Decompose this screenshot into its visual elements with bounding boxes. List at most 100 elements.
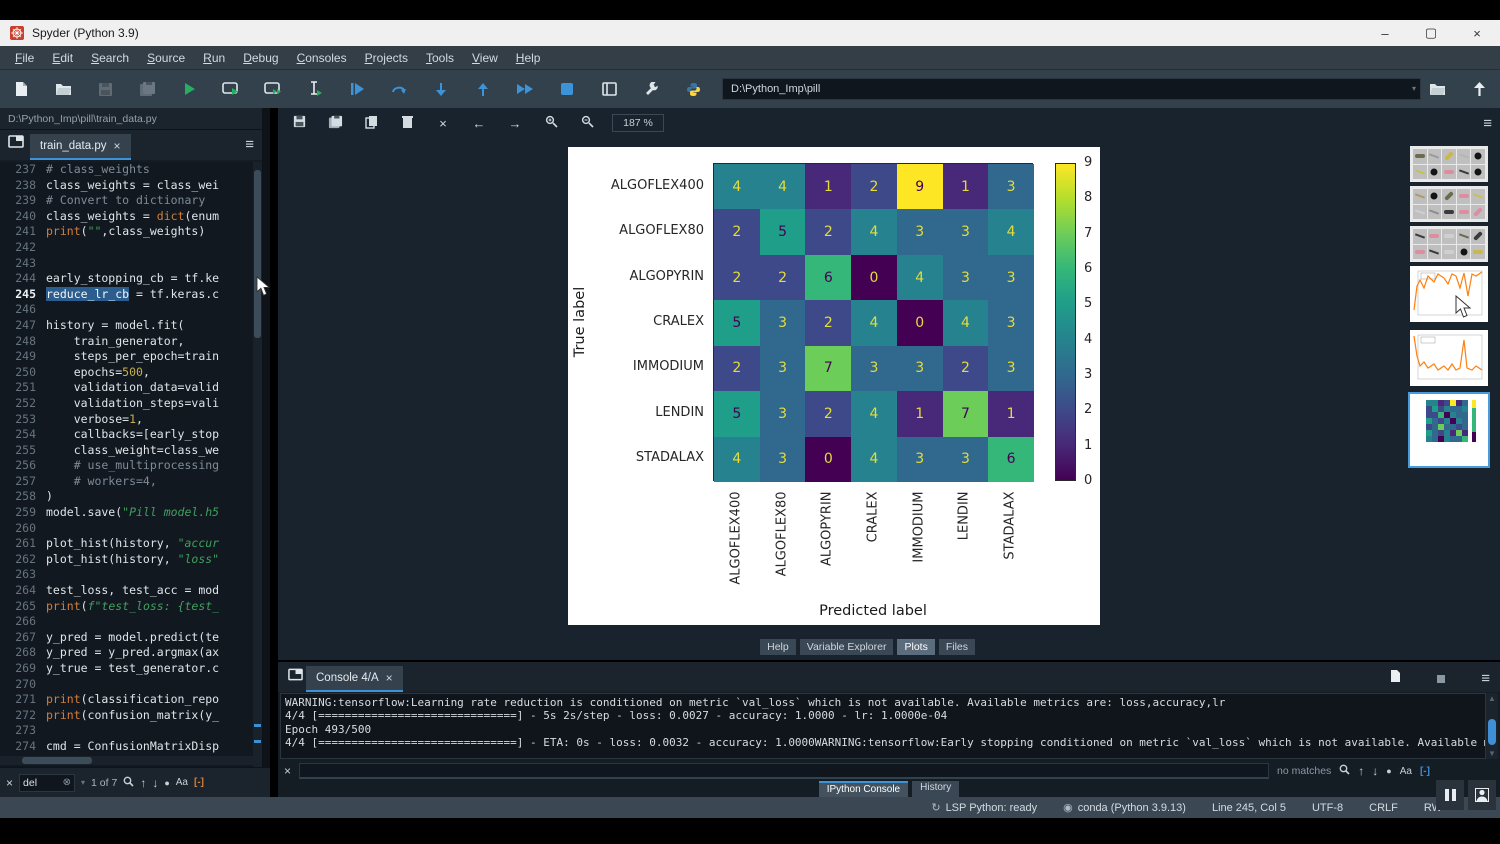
find-history-caret-icon[interactable]: ▾ (81, 778, 85, 787)
clear-search-icon[interactable]: ⊗ (63, 777, 71, 788)
menu-consoles[interactable]: Consoles (288, 48, 356, 68)
working-directory-input[interactable]: D:\Python_Imp\pill (722, 78, 1421, 100)
menu-search[interactable]: Search (82, 48, 138, 68)
code-line[interactable]: 249 steps_per_epoch=train (0, 349, 262, 365)
menu-tools[interactable]: Tools (417, 48, 463, 68)
code-line[interactable]: 273 (0, 723, 262, 739)
code-editor[interactable]: 237# class_weights238class_weights = cla… (0, 162, 262, 807)
new-console-icon[interactable] (288, 668, 303, 686)
editor-options-icon[interactable]: ≡ (245, 136, 254, 153)
console-tab-history[interactable]: History (912, 781, 959, 797)
maximize-button[interactable]: ▢ (1408, 20, 1454, 46)
console-scrollbar[interactable]: ▲ ▼ (1486, 693, 1498, 759)
code-line[interactable]: 263 (0, 567, 262, 583)
console-output[interactable]: WARNING:tensorflow:Learning rate reducti… (280, 693, 1486, 759)
thumbnail-pill-image-grid-2[interactable] (1410, 186, 1488, 222)
interpreter-status[interactable]: ◉conda (Python 3.9.13) (1063, 801, 1186, 814)
save-plot-icon[interactable] (288, 115, 310, 131)
menu-projects[interactable]: Projects (356, 48, 417, 68)
console-find-input[interactable] (299, 763, 1269, 779)
code-line[interactable]: 265print(f"test_loss: {test_ (0, 599, 262, 615)
code-line[interactable]: 238class_weights = class_wei (0, 178, 262, 194)
code-line[interactable]: 255 class_weight=class_we (0, 443, 262, 459)
browse-directory-icon[interactable] (1416, 74, 1458, 104)
code-line[interactable]: 240class_weights = dict(enum (0, 209, 262, 225)
remove-all-plots-icon[interactable]: × (432, 116, 454, 131)
menu-source[interactable]: Source (138, 48, 194, 68)
pane-tab-variable-explorer[interactable]: Variable Explorer (800, 639, 894, 655)
console-find-close-icon[interactable]: × (284, 764, 291, 778)
thumbnail-confusion-matrix-plot[interactable] (1410, 394, 1488, 466)
console-tab-ipython-console[interactable]: IPython Console (819, 781, 908, 797)
console-find-next-icon[interactable]: ↓ (1372, 764, 1378, 778)
menu-debug[interactable]: Debug (234, 48, 287, 68)
code-line[interactable]: 261plot_hist(history, "accur (0, 536, 262, 552)
code-line[interactable]: 246 (0, 302, 262, 318)
maximize-pane-icon[interactable] (588, 74, 630, 104)
scroll-down-icon[interactable]: ▼ (1488, 749, 1496, 758)
menu-edit[interactable]: Edit (43, 48, 82, 68)
code-line[interactable]: 251 validation_data=valid (0, 380, 262, 396)
code-line[interactable]: 260 (0, 521, 262, 537)
fast-forward-icon[interactable] (504, 74, 546, 104)
console-options-icon[interactable]: ≡ (1481, 670, 1490, 687)
code-line[interactable]: 241print("",class_weights) (0, 224, 262, 240)
code-line[interactable]: 248 train_generator, (0, 334, 262, 350)
run-cell-advance-icon[interactable] (252, 74, 294, 104)
thumbnail-pill-image-grid-1[interactable] (1410, 146, 1488, 182)
find-previous-icon[interactable]: ↑ (140, 776, 146, 790)
pane-tab-help[interactable]: Help (760, 639, 796, 655)
console-highlight-icon[interactable]: ● (1386, 766, 1391, 776)
console-find-previous-icon[interactable]: ↑ (1358, 764, 1364, 778)
code-line[interactable]: 268y_pred = y_pred.argmax(ax (0, 645, 262, 661)
next-plot-icon[interactable]: → (504, 116, 526, 131)
code-line[interactable]: 266 (0, 614, 262, 630)
copy-plot-icon[interactable] (360, 115, 382, 132)
zoom-out-icon[interactable] (576, 115, 598, 131)
zoom-in-icon[interactable] (540, 115, 562, 131)
code-line[interactable]: 254 callbacks=[early_stop (0, 427, 262, 443)
pause-button[interactable] (1436, 780, 1464, 810)
console-match-case-icon[interactable]: Aa (1400, 766, 1412, 777)
code-line[interactable]: 267y_pred = model.predict(te (0, 630, 262, 646)
code-line[interactable]: 237# class_weights (0, 162, 262, 178)
console-tab-close-icon[interactable]: × (386, 671, 393, 685)
thumbnail-pill-image-grid-3[interactable] (1410, 226, 1488, 262)
code-line[interactable]: 244early_stopping_cb = tf.ke (0, 271, 262, 287)
open-folder-icon[interactable] (42, 74, 84, 104)
tab-close-icon[interactable]: × (114, 139, 121, 153)
step-return-icon[interactable] (462, 74, 504, 104)
minimize-button[interactable]: – (1362, 20, 1408, 46)
new-file-icon[interactable] (0, 74, 42, 104)
save-icon[interactable] (84, 74, 126, 104)
code-line[interactable]: 257 # workers=4, (0, 474, 262, 490)
editor-horizontal-scrollbar[interactable] (0, 756, 262, 765)
tab-console-4a[interactable]: Console 4/A × (306, 666, 403, 692)
code-line[interactable]: 269y_true = test_generator.c (0, 661, 262, 677)
code-line[interactable]: 243 (0, 256, 262, 272)
match-case-icon[interactable]: Aa (176, 777, 188, 788)
run-selection-icon[interactable] (294, 74, 336, 104)
console-environment-icon[interactable] (1390, 669, 1401, 688)
previous-plot-icon[interactable]: ← (468, 116, 490, 131)
thumbnail-loss-history-plot[interactable] (1410, 330, 1488, 386)
code-line[interactable]: 252 validation_steps=vali (0, 396, 262, 412)
debug-file-icon[interactable] (336, 74, 378, 104)
scroll-up-icon[interactable]: ▲ (1488, 694, 1496, 703)
console-interrupt-icon[interactable] (1437, 670, 1445, 688)
code-line[interactable]: 253 verbose=1, (0, 412, 262, 428)
code-line[interactable]: 239# Convert to dictionary (0, 193, 262, 209)
save-all-plots-icon[interactable] (324, 115, 346, 132)
regex-icon[interactable]: [-] (194, 777, 204, 788)
find-input[interactable]: del ⊗ (19, 774, 75, 792)
thumbnail-accuracy-history-plot[interactable] (1410, 266, 1488, 322)
code-line[interactable]: 256 # use_multiprocessing (0, 458, 262, 474)
code-line[interactable]: 264test_loss, test_acc = mod (0, 583, 262, 599)
run-cell-icon[interactable] (210, 74, 252, 104)
console-find-icon[interactable] (1339, 764, 1350, 778)
new-window-icon[interactable] (8, 135, 24, 153)
menu-run[interactable]: Run (194, 48, 234, 68)
find-icon[interactable] (123, 776, 134, 790)
debug-continue-icon[interactable] (378, 74, 420, 104)
close-button[interactable]: × (1454, 20, 1500, 46)
